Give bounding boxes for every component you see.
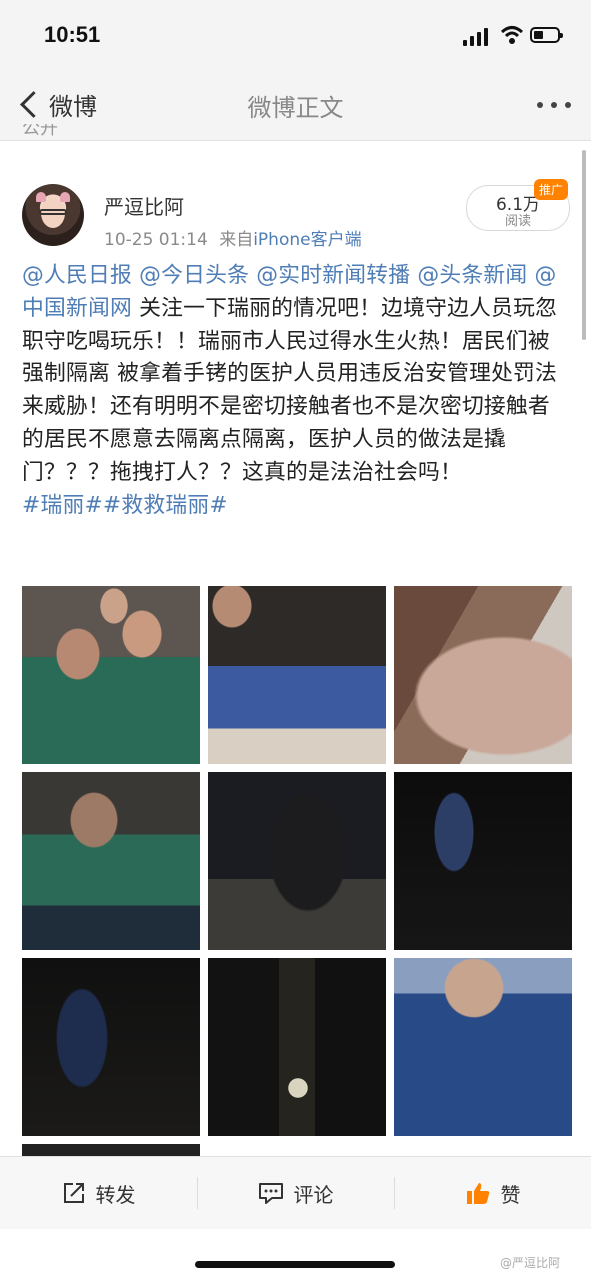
like-button[interactable]: 赞 <box>394 1157 591 1229</box>
post-photo[interactable] <box>394 586 572 764</box>
hashtag-link[interactable]: #瑞丽# <box>22 493 103 518</box>
dot-icon <box>537 102 543 108</box>
home-indicator[interactable] <box>195 1261 395 1268</box>
status-bar: 10:51 <box>0 0 591 70</box>
post-source-link[interactable]: iPhone客户端 <box>253 230 361 250</box>
hashtag-link[interactable]: #救救瑞丽# <box>103 493 228 518</box>
nav-bar: 微博 微博正文 <box>0 70 591 141</box>
username[interactable]: 严逗比阿 <box>104 191 184 220</box>
dot-icon <box>565 102 571 108</box>
post-photo[interactable] <box>208 772 386 950</box>
post-photo[interactable] <box>208 586 386 764</box>
promo-tag: 推广 <box>534 179 569 200</box>
watermark: @严逗比阿 <box>500 1256 561 1270</box>
page-title: 微博正文 <box>247 94 344 122</box>
scrollbar[interactable] <box>582 150 586 340</box>
comment-icon <box>258 1183 283 1204</box>
post-photo[interactable] <box>22 586 200 764</box>
wifi-icon <box>500 26 524 44</box>
cellular-signal-icon <box>463 28 489 46</box>
comment-button[interactable]: 评论 <box>197 1157 394 1229</box>
post-photo[interactable] <box>208 958 386 1136</box>
image-grid <box>22 586 572 1156</box>
avatar[interactable] <box>22 184 84 246</box>
read-label: 阅读 <box>504 214 531 229</box>
thumbs-up-icon <box>466 1183 489 1204</box>
mention-link[interactable]: @头条新闻 <box>417 263 527 288</box>
mention-link[interactable]: @今日头条 <box>139 263 249 288</box>
mention-link[interactable]: @实时新闻转播 <box>256 263 410 288</box>
post-photo[interactable] <box>394 958 572 1136</box>
post-body: 关注一下瑞丽的情况吧！边境守边人员玩忽职守吃喝玩乐！！瑞丽市人民过得水生火热！居… <box>22 295 558 485</box>
post-photo[interactable] <box>22 1144 200 1156</box>
battery-icon <box>530 27 563 43</box>
repost-button[interactable]: 转发 <box>0 1157 197 1229</box>
post-photo[interactable] <box>22 958 200 1136</box>
repost-icon <box>63 1183 84 1203</box>
repost-label: 转发 <box>95 1182 136 1207</box>
status-time: 10:51 <box>44 22 101 47</box>
mention-link[interactable]: @人民日报 <box>22 263 132 288</box>
post-timestamp: 10-25 01:14 <box>104 230 208 250</box>
like-label: 赞 <box>500 1182 521 1207</box>
post-photo[interactable] <box>22 772 200 950</box>
dot-icon <box>551 102 557 108</box>
post-photo[interactable] <box>394 772 572 950</box>
glasses-icon <box>39 209 67 215</box>
post-text: @人民日报 @今日头条 @实时新闻转播 @头条新闻 @中国新闻网 关注一下瑞丽的… <box>22 260 562 522</box>
comment-label: 评论 <box>293 1182 334 1207</box>
partial-visibility-row: 公开 <box>22 124 58 138</box>
source-prefix: 来自 <box>219 230 254 250</box>
more-button[interactable] <box>537 102 571 108</box>
post-meta: 10-25 01:14 来自iPhone客户端 <box>104 225 362 250</box>
action-bar: 转发 评论 赞 <box>0 1156 591 1229</box>
